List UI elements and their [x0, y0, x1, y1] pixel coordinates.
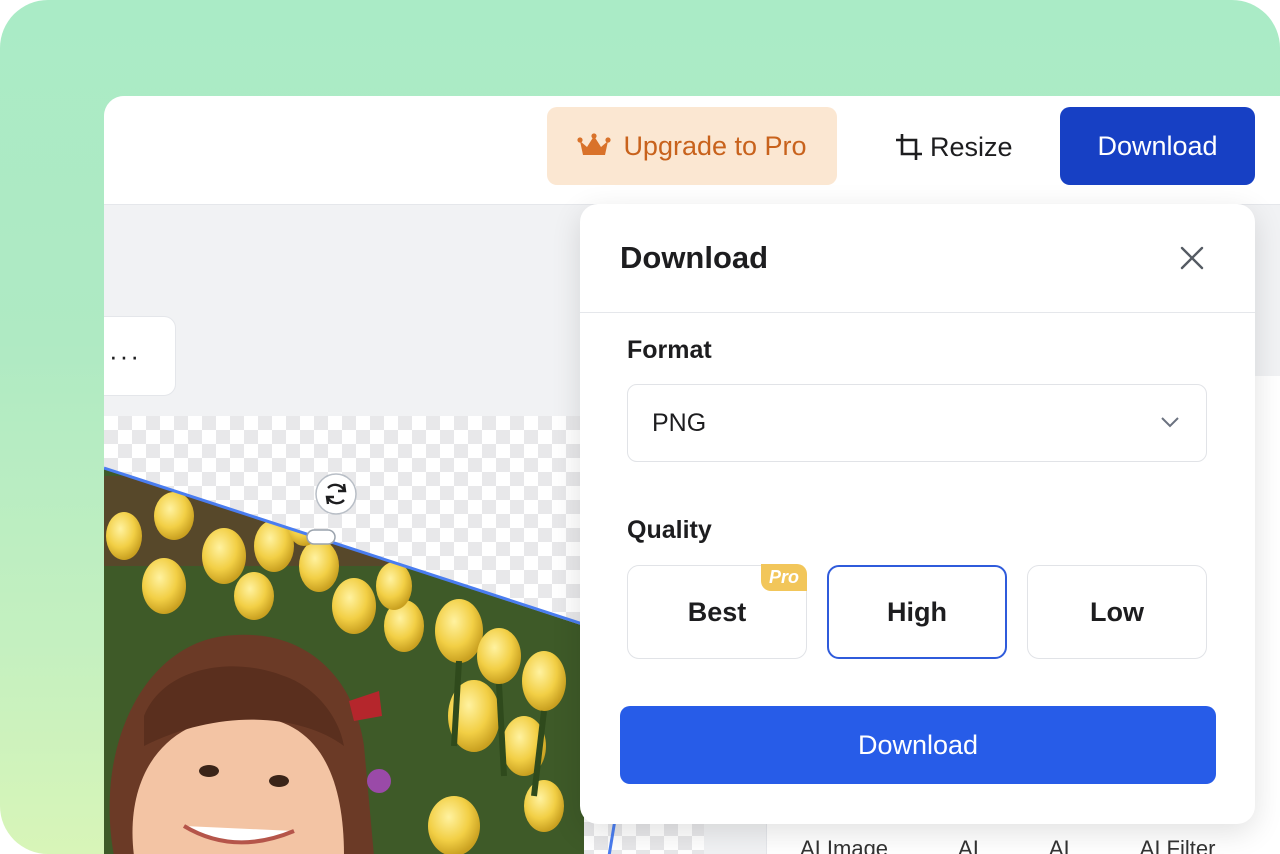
quality-option-high[interactable]: High	[827, 565, 1007, 659]
chevron-down-icon	[1161, 417, 1179, 428]
upgrade-label: Upgrade to Pro	[623, 130, 807, 161]
resize-button[interactable]: Resize	[888, 126, 1019, 168]
download-top-button[interactable]: Download	[1060, 107, 1255, 185]
more-label: ···	[109, 340, 141, 371]
format-value: PNG	[652, 409, 707, 437]
rotate-icon[interactable]	[315, 473, 357, 515]
download-button[interactable]: Download	[620, 706, 1216, 784]
quality-option-low[interactable]: Low	[1027, 565, 1207, 659]
more-options-button[interactable]: ···	[104, 316, 176, 396]
format-select[interactable]: PNG	[627, 384, 1207, 462]
format-label: Format	[627, 336, 712, 364]
quality-low-label: Low	[1090, 596, 1144, 627]
tab-ai-image[interactable]: AI Image	[800, 836, 888, 854]
top-bar: Upgrade to Pro Resize Download	[104, 96, 1280, 205]
modal-header: Download	[580, 204, 1255, 313]
upgrade-to-pro-button[interactable]: Upgrade to Pro	[547, 107, 837, 185]
pro-badge: Pro	[761, 564, 807, 591]
resize-label: Resize	[930, 131, 1013, 162]
tab-ai-2[interactable]: AI	[1049, 836, 1070, 854]
crown-icon	[577, 133, 612, 155]
crop-icon	[896, 134, 922, 160]
quality-label: Quality	[627, 516, 712, 544]
quality-option-best[interactable]: Best Pro	[627, 564, 807, 659]
modal-title: Download	[620, 240, 769, 275]
download-modal: Download Format PNG Quality Best Pro Hig…	[580, 204, 1255, 824]
close-icon[interactable]	[1178, 244, 1206, 272]
bottom-tab-strip: AI Image AI AI AI Filter	[800, 836, 1280, 854]
quality-best-label: Best	[687, 596, 747, 627]
tab-ai-1[interactable]: AI	[958, 836, 979, 854]
quality-high-label: High	[887, 596, 947, 627]
tab-ai-filter[interactable]: AI Filter	[1140, 836, 1216, 854]
resize-handle[interactable]	[306, 529, 336, 545]
